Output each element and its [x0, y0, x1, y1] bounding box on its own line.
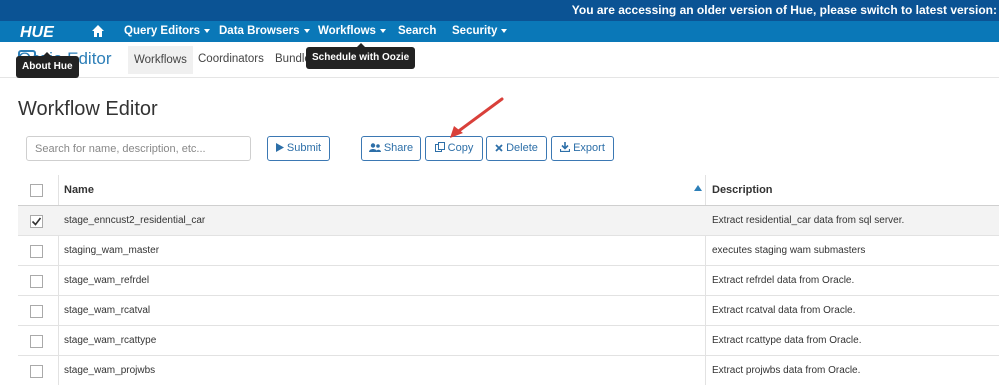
nav-workflows[interactable]: Workflows	[318, 21, 386, 42]
hue-logo-text: HUE	[20, 24, 55, 40]
workflow-description: Extract refrdel data from Oracle.	[712, 275, 855, 286]
nav-security-label: Security	[452, 25, 498, 37]
table-row[interactable]: stage_enncust2_residential_car Extract r…	[18, 206, 999, 236]
workflow-description: executes staging wam submasters	[712, 245, 866, 256]
nav-search[interactable]: Search	[398, 21, 436, 42]
nav-security[interactable]: Security	[452, 21, 508, 42]
hue-logo[interactable]: HUE	[20, 23, 68, 40]
chevron-down-icon	[379, 28, 386, 33]
export-button[interactable]: Export	[551, 136, 614, 161]
annotation-arrow-icon	[450, 97, 504, 138]
row-checkbox[interactable]	[30, 335, 43, 348]
submit-button-label: Submit	[286, 142, 322, 154]
download-icon	[559, 142, 571, 153]
workflow-name[interactable]: staging_wam_master	[64, 245, 159, 256]
nav-search-label: Search	[398, 25, 437, 37]
table-row[interactable]: stage_wam_refrdel Extract refrdel data f…	[18, 266, 999, 296]
chevron-down-icon	[204, 28, 211, 33]
workflow-name[interactable]: stage_wam_refrdel	[64, 275, 149, 286]
row-checkbox[interactable]	[30, 365, 43, 378]
workflow-name[interactable]: stage_wam_rcatval	[64, 305, 150, 316]
checkmark-icon	[31, 217, 42, 226]
row-checkbox[interactable]	[30, 275, 43, 288]
table-row[interactable]: stage_wam_rcattype Extract rcattype data…	[18, 326, 999, 356]
top-navbar: HUE Query Editors Data Browsers Workflow…	[0, 21, 999, 42]
nav-data-browsers-label: Data Browsers	[219, 25, 300, 37]
share-button-label: Share	[383, 142, 414, 154]
workflow-description: Extract projwbs data from Oracle.	[712, 365, 861, 376]
tab-coordinators[interactable]: Coordinators	[198, 53, 264, 65]
column-header-name[interactable]: Name	[64, 184, 94, 196]
nav-query-editors-label: Query Editors	[124, 25, 201, 37]
workflow-name[interactable]: stage_wam_rcattype	[64, 335, 156, 346]
about-hue-tooltip: About Hue	[16, 52, 79, 78]
table-header-row: Name Description	[18, 175, 999, 206]
chevron-down-icon	[501, 28, 508, 33]
version-banner: You are accessing an older version of Hu…	[0, 0, 999, 21]
version-banner-text: You are accessing an older version of Hu…	[571, 3, 997, 17]
tab-workflows[interactable]: Workflows	[128, 46, 193, 74]
export-button-label: Export	[573, 142, 605, 154]
submit-button[interactable]: Submit	[267, 136, 330, 161]
workflow-description: Extract residential_car data from sql se…	[712, 215, 905, 226]
select-all-checkbox[interactable]	[30, 184, 43, 197]
page-title: Workflow Editor	[18, 98, 158, 120]
users-icon	[368, 143, 381, 152]
close-icon	[495, 144, 503, 152]
home-icon[interactable]	[91, 24, 105, 38]
app-subnav: Oozie Editor Workflows Coordinators Bund…	[0, 42, 999, 78]
nav-workflows-label: Workflows	[318, 25, 376, 37]
column-header-description[interactable]: Description	[712, 184, 773, 196]
schedule-tooltip: Schedule with Oozie	[306, 43, 416, 69]
workflow-description: Extract rcattype data from Oracle.	[712, 335, 862, 346]
workflow-description: Extract rcatval data from Oracle.	[712, 305, 856, 316]
share-button[interactable]: Share	[361, 136, 421, 161]
table-row[interactable]: stage_wam_projwbs Extract projwbs data f…	[18, 356, 999, 385]
workflow-name[interactable]: stage_enncust2_residential_car	[64, 215, 205, 226]
row-checkbox[interactable]	[30, 245, 43, 258]
nav-query-editors[interactable]: Query Editors	[124, 21, 211, 42]
search-input[interactable]	[26, 136, 251, 161]
table-row[interactable]: staging_wam_master executes staging wam …	[18, 236, 999, 266]
nav-data-browsers[interactable]: Data Browsers	[219, 21, 310, 42]
play-icon	[275, 143, 284, 152]
workflow-name[interactable]: stage_wam_projwbs	[64, 365, 155, 376]
row-checkbox[interactable]	[30, 215, 43, 228]
table-row[interactable]: stage_wam_rcatval Extract rcatval data f…	[18, 296, 999, 326]
row-checkbox[interactable]	[30, 305, 43, 318]
sort-ascending-icon[interactable]	[694, 185, 702, 191]
chevron-down-icon	[303, 28, 310, 33]
